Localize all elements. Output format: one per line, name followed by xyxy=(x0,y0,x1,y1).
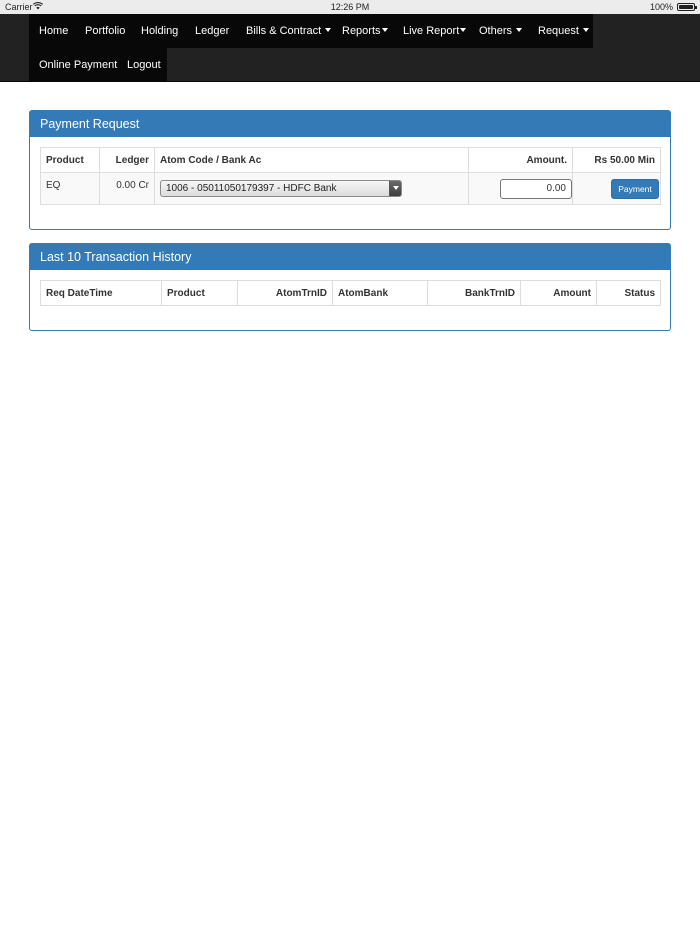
dropdown-arrow-icon xyxy=(389,181,401,196)
col-header-atombank: AtomBank xyxy=(332,280,428,306)
clock: 12:26 PM xyxy=(330,2,370,12)
caret-down-icon xyxy=(460,28,467,33)
cell-action: Payment xyxy=(572,172,661,205)
payment-request-table: Product Ledger Atom Code / Bank Ac Amoun… xyxy=(40,147,661,205)
nav-reports-label: Reports xyxy=(342,25,381,37)
col-header-status: Status xyxy=(596,280,661,306)
cell-bank: 1006 - 05011050179397 - HDFC Bank xyxy=(154,172,469,205)
payment-request-title: Payment Request xyxy=(30,111,670,137)
nav-holding[interactable]: Holding xyxy=(141,14,178,48)
nav-live-report-label: Live Report xyxy=(403,25,460,37)
payment-button[interactable]: Payment xyxy=(611,178,659,199)
cell-ledger: 0.00 Cr xyxy=(99,172,155,205)
bank-account-select[interactable]: 1006 - 05011050179397 - HDFC Bank xyxy=(160,180,402,197)
transaction-history-table: Req DateTime Product AtomTrnID AtomBank … xyxy=(40,280,661,306)
table-header-row: Product Ledger Atom Code / Bank Ac Amoun… xyxy=(40,147,661,173)
col-header-atomtrnid: AtomTrnID xyxy=(237,280,333,306)
cell-product: EQ xyxy=(40,172,100,205)
nav-request[interactable]: Request xyxy=(538,14,589,48)
nav-others[interactable]: Others xyxy=(479,14,523,48)
col-header-amount: Amount. xyxy=(468,147,573,173)
nav-ledger[interactable]: Ledger xyxy=(195,14,229,48)
nav-request-label: Request xyxy=(538,25,579,37)
table-header-row: Req DateTime Product AtomTrnID AtomBank … xyxy=(40,280,661,306)
nav-bills-contract[interactable]: Bills & Contract xyxy=(246,14,332,48)
nav-online-payment[interactable]: Online Payment xyxy=(39,48,117,82)
col-header-req-datetime: Req DateTime xyxy=(40,280,162,306)
nav-others-label: Others xyxy=(479,25,513,37)
transaction-history-panel: Last 10 Transaction History Req DateTime… xyxy=(29,243,671,331)
table-row: EQ 0.00 Cr 1006 - 05011050179397 - HDFC … xyxy=(40,172,661,205)
caret-down-icon xyxy=(516,28,523,33)
battery-percent: 100% xyxy=(649,2,673,12)
nav-home[interactable]: Home xyxy=(39,14,68,48)
transaction-history-title: Last 10 Transaction History xyxy=(30,244,670,270)
nav-reports[interactable]: Reports xyxy=(342,14,388,48)
col-header-bank: Atom Code / Bank Ac xyxy=(154,147,469,173)
nav-live-report[interactable]: Live Report xyxy=(403,14,467,48)
caret-down-icon xyxy=(381,28,388,33)
col-header-product: Product xyxy=(40,147,100,173)
cell-amount xyxy=(468,172,573,205)
status-bar: Carrier 12:26 PM 100% xyxy=(0,0,700,14)
payment-request-panel: Payment Request Product Ledger Atom Code… xyxy=(29,110,671,230)
caret-down-icon xyxy=(582,28,589,33)
bank-account-selected: 1006 - 05011050179397 - HDFC Bank xyxy=(166,183,337,194)
nav-logout[interactable]: Logout xyxy=(127,48,161,82)
caret-down-icon xyxy=(325,28,332,33)
battery-icon xyxy=(677,3,697,11)
col-header-min: Rs 50.00 Min xyxy=(572,147,661,173)
col-header-banktrnid: BankTrnID xyxy=(427,280,521,306)
col-header-amount: Amount xyxy=(520,280,597,306)
nav-portfolio[interactable]: Portfolio xyxy=(85,14,125,48)
nav-bills-contract-label: Bills & Contract xyxy=(246,25,322,37)
col-header-ledger: Ledger xyxy=(99,147,155,173)
col-header-product: Product xyxy=(161,280,238,306)
amount-input[interactable] xyxy=(500,178,572,199)
